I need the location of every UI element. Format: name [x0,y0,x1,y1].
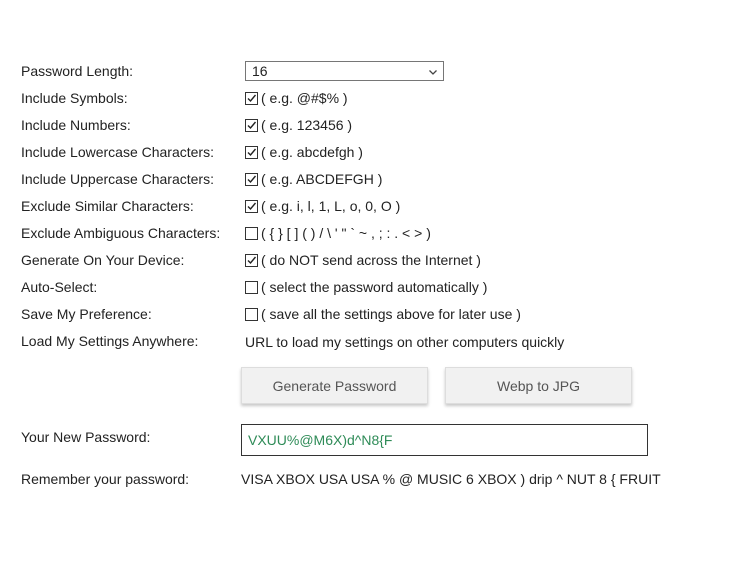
exclude-ambiguous-checkbox[interactable] [245,226,258,240]
option-hint: ( select the password automatically ) [261,279,488,295]
webp-to-jpg-button[interactable]: Webp to JPG [445,367,632,404]
generate-on-device-checkbox[interactable] [245,253,258,267]
option-label: Save My Preference: [21,306,152,322]
option-row-save-preference: Save My Preference: ( save all the setti… [21,304,741,324]
check-icon [247,121,257,129]
check-icon [247,202,257,210]
option-label: Include Lowercase Characters: [21,144,214,160]
remember-label: Remember your password: [21,471,190,487]
exclude-similar-checkbox[interactable] [245,199,258,213]
check-icon [247,175,257,183]
option-label: Include Uppercase Characters: [21,171,214,187]
new-password-value: VXUU%@M6X)d^N8{F [248,432,393,448]
option-label: Include Symbols: [21,90,128,106]
include-uppercase-checkbox[interactable] [245,172,258,186]
option-hint: ( e.g. abcdefgh ) [261,144,363,160]
new-password-field[interactable]: VXUU%@M6X)d^N8{F [241,424,648,456]
option-row-similar: Exclude Similar Characters: ( e.g. i, l,… [21,196,741,216]
option-hint: ( e.g. 123456 ) [261,117,353,133]
option-label: Exclude Similar Characters: [21,198,194,214]
option-row-device: Generate On Your Device: ( do NOT send a… [21,250,741,270]
password-length-select[interactable]: 16 [245,61,444,81]
new-password-label: Your New Password: [21,429,151,445]
option-row-lowercase: Include Lowercase Characters: ( e.g. abc… [21,142,741,162]
generate-password-button[interactable]: Generate Password [241,367,428,404]
password-length-label: Password Length: [21,63,134,79]
load-settings-link[interactable]: URL to load my settings on other compute… [245,334,564,350]
auto-select-checkbox[interactable] [245,280,258,294]
password-length-row: Password Length: 16 [21,61,741,81]
option-row-uppercase: Include Uppercase Characters: ( e.g. ABC… [21,169,741,189]
option-row-numbers: Include Numbers: ( e.g. 123456 ) [21,115,741,135]
option-row-ambiguous: Exclude Ambiguous Characters: ( { } [ ] … [21,223,741,243]
option-row-autoselect: Auto-Select: ( select the password autom… [21,277,741,297]
load-settings-label: Load My Settings Anywhere: [21,333,199,349]
include-symbols-checkbox[interactable] [245,91,258,105]
mnemonic-phrase: VISA XBOX USA USA % @ MUSIC 6 XBOX ) dri… [241,471,661,487]
option-hint: ( save all the settings above for later … [261,306,521,322]
check-icon [247,94,257,102]
option-label: Exclude Ambiguous Characters: [21,225,221,241]
check-icon [247,148,257,156]
option-label: Auto-Select: [21,279,98,295]
option-hint: ( { } [ ] ( ) / \ ' " ` ~ , ; : . < > ) [261,225,431,241]
option-hint: ( e.g. ABCDEFGH ) [261,171,383,187]
load-settings-row: Load My Settings Anywhere: URL to load m… [21,331,741,351]
chevron-down-icon [429,70,437,75]
option-hint: ( e.g. i, l, 1, L, o, 0, O ) [261,198,401,214]
include-lowercase-checkbox[interactable] [245,145,258,159]
option-hint: ( e.g. @#$% ) [261,90,348,106]
option-label: Generate On Your Device: [21,252,185,268]
option-hint: ( do NOT send across the Internet ) [261,252,481,268]
password-length-value: 16 [252,63,268,79]
option-label: Include Numbers: [21,117,131,133]
save-preference-checkbox[interactable] [245,307,258,321]
option-row-symbols: Include Symbols: ( e.g. @#$% ) [21,88,741,108]
include-numbers-checkbox[interactable] [245,118,258,132]
check-icon [247,256,257,264]
